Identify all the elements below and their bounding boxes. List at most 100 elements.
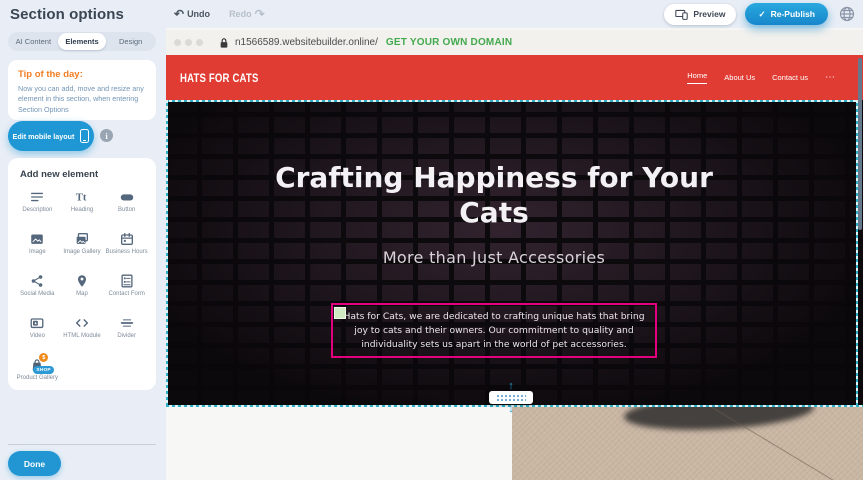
scrollbar-thumb[interactable] — [858, 58, 862, 230]
app-root: { "topbar": { "title": "Section options"… — [0, 0, 863, 480]
page-title: Section options — [0, 6, 166, 23]
element-product-gallery[interactable]: $ SHOP Product Gallery — [15, 357, 60, 394]
get-domain-link[interactable]: GET YOUR OWN DOMAIN — [386, 37, 512, 48]
element-drag-handle[interactable] — [334, 307, 346, 319]
element-business-hours[interactable]: Business Hours — [104, 231, 149, 268]
element-label: Divider — [117, 333, 136, 341]
undo-label: Undo — [187, 9, 210, 19]
shop-badge: SHOP — [33, 366, 54, 374]
nav-about-us[interactable]: About Us — [724, 73, 755, 82]
hero-section[interactable]: Crafting Happiness for Your Cats More th… — [166, 100, 863, 406]
redo-label: Redo — [229, 9, 252, 19]
element-divider[interactable]: Divider — [104, 315, 149, 352]
history-controls: ↶ Undo Redo ↷ — [174, 8, 265, 20]
info-icon: i — [105, 131, 107, 141]
panel-tabs: AI Content Elements Design — [8, 32, 156, 51]
panel-divider — [8, 444, 156, 445]
element-button[interactable]: Button — [104, 189, 149, 226]
heading-icon: Tt — [74, 189, 90, 205]
element-label: Business Hours — [106, 249, 148, 257]
undo-icon: ↶ — [174, 8, 184, 20]
element-label: Heading — [71, 207, 93, 215]
redo-icon: ↷ — [255, 8, 265, 20]
preview-button[interactable]: Preview — [664, 4, 736, 25]
preview-label: Preview — [693, 9, 725, 19]
nav-contact-us[interactable]: Contact us — [772, 73, 808, 82]
element-html-module[interactable]: HTML Module — [60, 315, 105, 352]
check-icon: ✓ — [758, 9, 765, 20]
info-button[interactable]: i — [100, 129, 113, 142]
tab-elements[interactable]: Elements — [58, 33, 107, 50]
next-section-image — [512, 407, 863, 480]
element-image[interactable]: Image — [15, 231, 60, 268]
selected-text-element[interactable]: Hats for Cats, we are dedicated to craft… — [331, 303, 657, 358]
svg-text:Tt: Tt — [76, 193, 87, 204]
description-icon — [29, 189, 45, 205]
window-dot-icon — [185, 39, 192, 46]
next-section-background — [166, 407, 512, 480]
element-social-media[interactable]: Social Media — [15, 273, 60, 310]
section-resize-handle[interactable]: ↑ ↓ — [489, 381, 533, 414]
image-gallery-icon — [74, 231, 90, 247]
site-preview-area: n1566589.websitebuilder.online/ GET YOUR… — [166, 28, 863, 480]
site-url: n1566589.websitebuilder.online/ — [235, 37, 378, 48]
button-icon — [119, 189, 135, 205]
code-icon — [74, 315, 90, 331]
new-feature-badge-icon: $ — [39, 353, 48, 362]
add-element-title: Add new element — [15, 169, 149, 180]
element-video[interactable]: Video — [15, 315, 60, 352]
undo-button[interactable]: ↶ Undo — [174, 8, 210, 20]
edit-mobile-label: Edit mobile layout — [13, 132, 75, 141]
tab-ai-content[interactable]: AI Content — [9, 33, 58, 50]
tip-body: Now you can add, move and resize any ele… — [18, 84, 146, 115]
element-description[interactable]: Description — [15, 189, 60, 226]
site-logo[interactable]: HATS FOR CATS — [180, 71, 259, 85]
element-label: Image — [29, 249, 46, 257]
done-label: Done — [24, 459, 45, 469]
contact-form-icon — [119, 273, 135, 289]
element-grid: Description Tt Heading Button Imag — [15, 189, 149, 394]
redo-button[interactable]: Redo ↷ — [229, 8, 265, 20]
site-header: HATS FOR CATS Home About Us Contact us ⋯ — [166, 55, 863, 100]
site-nav: Home About Us Contact us ⋯ — [687, 71, 835, 84]
language-globe-button[interactable] — [837, 5, 856, 24]
window-dot-icon — [196, 39, 203, 46]
republish-button[interactable]: ✓ Re-Publish — [745, 3, 828, 25]
tab-design[interactable]: Design — [106, 33, 155, 50]
grip-dots-icon — [496, 394, 526, 402]
element-label: Description — [22, 207, 52, 215]
tip-title: Tip of the day: — [18, 69, 146, 80]
video-icon — [29, 315, 45, 331]
resize-arrow-up-icon: ↑ — [489, 381, 533, 391]
image-icon — [29, 231, 45, 247]
element-image-gallery[interactable]: Image Gallery — [60, 231, 105, 268]
nav-home[interactable]: Home — [687, 71, 707, 84]
republish-label: Re-Publish — [771, 9, 815, 19]
hero-subheading[interactable]: More than Just Accessories — [166, 248, 822, 267]
element-label: HTML Module — [63, 333, 100, 341]
element-label: Button — [118, 207, 135, 215]
resize-arrow-down-icon: ↓ — [489, 404, 533, 414]
globe-icon — [839, 6, 855, 22]
phone-icon — [80, 129, 89, 143]
divider-icon — [119, 315, 135, 331]
element-map[interactable]: Map — [60, 273, 105, 310]
element-label: Video — [30, 333, 45, 341]
element-label: Map — [76, 291, 88, 299]
done-button[interactable]: Done — [8, 451, 61, 476]
tip-of-the-day-card: Tip of the day: Now you can add, move an… — [8, 60, 156, 120]
lock-icon — [219, 37, 229, 49]
element-label: Social Media — [20, 291, 54, 299]
top-toolbar: Section options ↶ Undo Redo ↷ Preview ✓ … — [0, 0, 863, 28]
element-contact-form[interactable]: Contact Form — [104, 273, 149, 310]
edit-mobile-layout-button[interactable]: Edit mobile layout — [8, 121, 94, 151]
business-hours-icon — [119, 231, 135, 247]
website-canvas: HATS FOR CATS Home About Us Contact us ⋯… — [166, 55, 863, 480]
element-heading[interactable]: Tt Heading — [60, 189, 105, 226]
add-new-element-card: Add new element Description Tt Heading B… — [8, 158, 156, 390]
element-label: Product Gallery — [17, 375, 58, 383]
hero-heading[interactable]: Crafting Happiness for Your Cats — [269, 160, 719, 230]
window-dot-icon — [174, 39, 181, 46]
social-media-icon — [29, 273, 45, 289]
hero-content: Crafting Happiness for Your Cats More th… — [166, 100, 822, 267]
